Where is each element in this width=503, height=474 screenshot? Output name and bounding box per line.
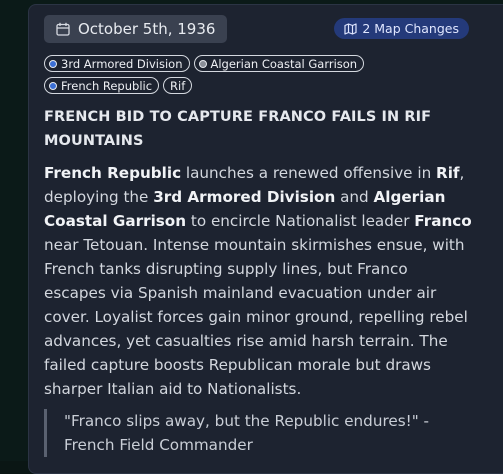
tag-label: Rif (170, 78, 186, 93)
event-card: October 5th, 1936 2 Map Changes 3rd Armo… (28, 4, 503, 474)
tag-label: 3rd Armored Division (61, 56, 183, 71)
tag-label: Algerian Coastal Garrison (210, 56, 358, 71)
calendar-icon (56, 22, 70, 36)
event-date-text: October 5th, 1936 (78, 20, 216, 38)
background: October 5th, 1936 2 Map Changes 3rd Armo… (0, 0, 503, 474)
map-icon (344, 22, 357, 35)
map-changes-label: 2 Map Changes (362, 21, 459, 36)
event-headline: FRENCH BID TO CAPTURE FRANCO FAILS IN RI… (44, 109, 432, 149)
body-entity-3rd-armored-division: 3rd Armored Division (153, 188, 336, 206)
event-date: October 5th, 1936 (44, 15, 228, 43)
body-text: to encircle Nationalist leader (186, 212, 415, 230)
entity-tags: 3rd Armored Division Algerian Coastal Ga… (44, 55, 464, 94)
body-text: launches a renewed offensive in (181, 164, 437, 182)
body-entity-franco: Franco (414, 212, 472, 230)
body-text: and (335, 188, 374, 206)
body-text: near Tetouan. Intense mountain skirmishe… (44, 236, 468, 398)
body-entity-rif: Rif (436, 164, 460, 182)
tag-algerian-coastal-garrison[interactable]: Algerian Coastal Garrison (193, 55, 365, 72)
body-entity-french-republic: French Republic (44, 164, 182, 182)
tag-french-republic[interactable]: French Republic (44, 77, 160, 94)
map-changes-badge[interactable]: 2 Map Changes (334, 18, 469, 39)
tag-label: French Republic (61, 78, 153, 93)
tag-dot (49, 59, 57, 68)
tag-dot (49, 81, 57, 90)
event-body: French Republic launches a renewed offen… (44, 161, 474, 401)
tag-3rd-armored-division[interactable]: 3rd Armored Division (44, 55, 190, 72)
event-quote: "Franco slips away, but the Republic end… (44, 409, 464, 457)
tag-rif[interactable]: Rif (163, 77, 193, 94)
tag-dot (198, 59, 207, 68)
